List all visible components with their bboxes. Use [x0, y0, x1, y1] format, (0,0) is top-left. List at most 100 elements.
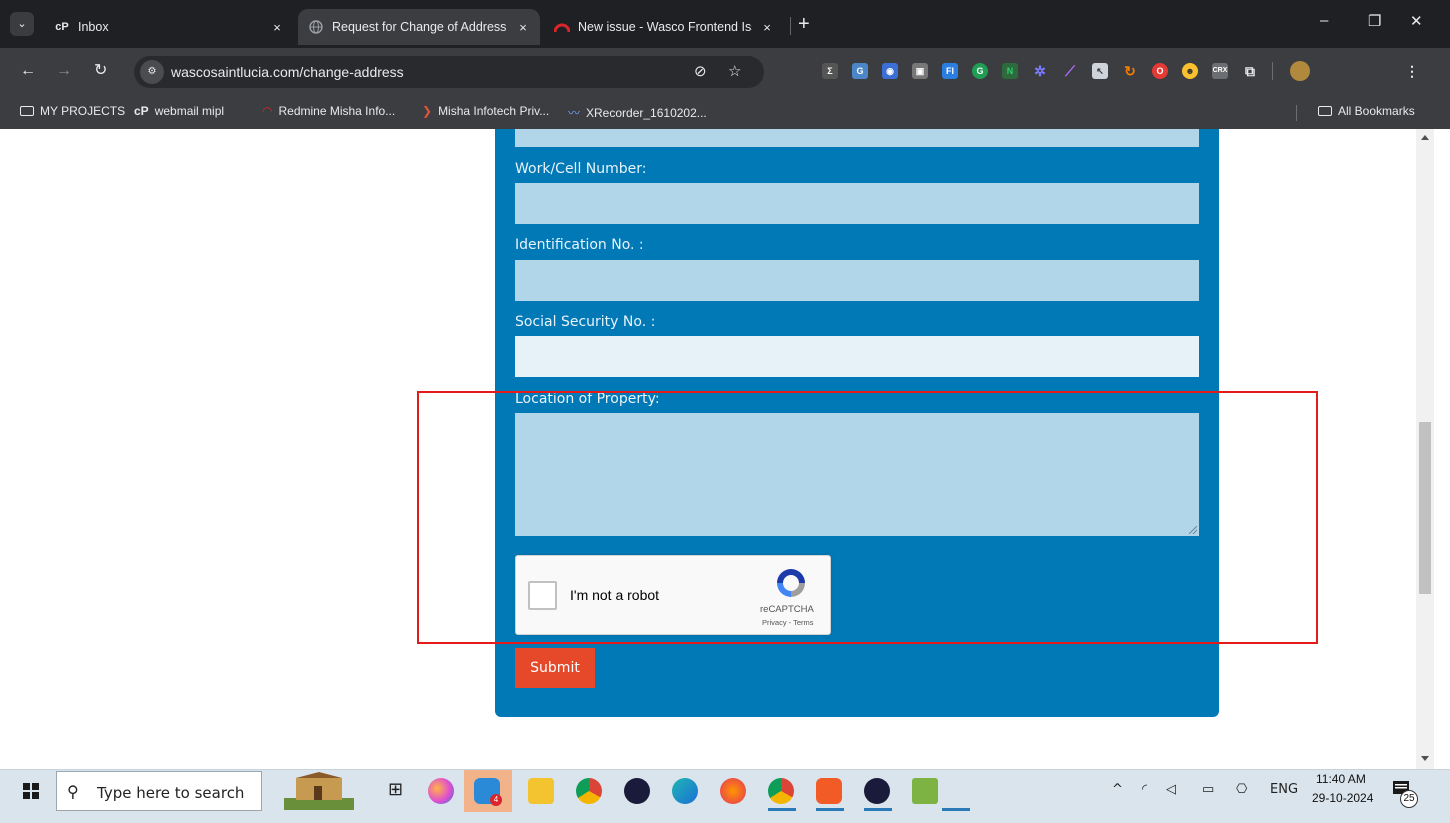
eclipse-secondary-icon[interactable] — [864, 778, 890, 804]
tab-strip: ⌄ cP Inbox × Request for Change of Addre… — [0, 0, 1450, 48]
file-explorer-icon[interactable] — [528, 778, 554, 804]
volume-icon[interactable]: ◁ — [1166, 782, 1176, 797]
swirl-extension-icon[interactable]: ↻ — [1122, 63, 1138, 79]
pen-input-icon[interactable]: ⎔ — [1236, 782, 1247, 797]
submit-button[interactable]: Submit — [515, 648, 595, 688]
chrome-icon[interactable] — [576, 778, 602, 804]
work-cell-number-label: Work/Cell Number: — [515, 161, 647, 177]
screen: ⌄ cP Inbox × Request for Change of Addre… — [0, 0, 1450, 823]
brave-icon[interactable] — [816, 778, 842, 804]
face-extension-icon[interactable]: ☻ — [1182, 63, 1198, 79]
notepad-active-underline — [942, 808, 970, 811]
screen-capture-extension-icon[interactable]: ◉ — [882, 63, 898, 79]
folder-icon — [1318, 106, 1332, 116]
edge-icon[interactable] — [672, 778, 698, 804]
window-edge — [1434, 129, 1450, 769]
clock-date[interactable]: 29-10-2024 — [1312, 791, 1373, 805]
bookmark-xrecorder[interactable]: 〰 XRecorder_1610202... — [568, 104, 707, 121]
window-extension-icon[interactable]: ▣ — [912, 63, 928, 79]
tab-search-button[interactable]: ⌄ — [10, 12, 34, 36]
previous-field-input[interactable] — [515, 129, 1199, 147]
puzzle-extension-icon[interactable]: ⧉ — [1242, 63, 1258, 79]
weather-widget-icon[interactable] — [284, 772, 354, 810]
close-window-button[interactable]: ✕ — [1410, 12, 1423, 30]
network-icon[interactable]: ◜ — [1142, 782, 1147, 797]
skype-badge: 4 — [490, 794, 502, 806]
windows-start-icon[interactable] — [23, 783, 39, 799]
eye-off-icon[interactable]: ⊘ — [694, 62, 707, 80]
chrome-active-underline — [768, 808, 796, 811]
redmine-icon: ◠ — [262, 104, 273, 118]
eclipse-icon[interactable] — [624, 778, 650, 804]
restore-button[interactable]: ❐ — [1368, 12, 1381, 30]
bookmark-misha-infotech[interactable]: ❯ Misha Infotech Priv... — [422, 104, 549, 118]
highlight-annotation-box — [417, 391, 1318, 644]
sigma-extension-icon[interactable]: Σ — [822, 63, 838, 79]
globe-icon — [308, 19, 324, 35]
windows-taskbar: ⚲ Type here to search ⊞ 4 ^ ◜ ◁ ▭ ⎔ ENG … — [0, 769, 1450, 823]
close-tab-icon[interactable]: × — [270, 20, 284, 35]
bookmarks-bar: MY PROJECTS cP webmail mipl ◠ Redmine Mi… — [0, 96, 1450, 129]
bookmark-redmine[interactable]: ◠ Redmine Misha Info... — [262, 104, 395, 118]
ring-extension-icon[interactable]: O — [1152, 63, 1168, 79]
identification-no-label: Identification No. : — [515, 237, 644, 253]
misha-icon: ❯ — [422, 104, 433, 118]
scroll-down-icon[interactable] — [1421, 756, 1429, 761]
address-bar[interactable]: ⚙ wascosaintlucia.com/change-address ⊘ ☆ — [134, 56, 764, 88]
bookmark-webmail[interactable]: cP webmail mipl — [134, 104, 224, 118]
redmine-icon — [554, 19, 570, 35]
taskbar-search[interactable]: ⚲ Type here to search — [56, 771, 262, 811]
tab-separator — [790, 17, 791, 35]
xrecorder-icon: 〰 — [568, 106, 581, 120]
identification-no-input[interactable] — [515, 260, 1199, 301]
close-tab-icon[interactable]: × — [516, 20, 530, 35]
task-view-icon[interactable]: ⊞ — [388, 779, 403, 800]
reload-button[interactable]: ↻ — [94, 62, 107, 80]
grammarly-extension-icon[interactable]: G — [972, 63, 988, 79]
snowflake-extension-icon[interactable]: ✲ — [1032, 63, 1048, 79]
translate-extension-icon[interactable]: G — [852, 63, 868, 79]
notification-count-badge: 25 — [1400, 790, 1418, 808]
tab-new-issue[interactable]: New issue - Wasco Frontend Iss × — [544, 9, 784, 45]
show-hidden-icons-icon[interactable]: ^ — [1112, 782, 1123, 797]
page-scrollbar[interactable] — [1416, 129, 1434, 769]
battery-icon[interactable]: ▭ — [1202, 782, 1214, 797]
brave-active-underline — [816, 808, 844, 811]
site-info-icon[interactable]: ⚙ — [140, 60, 164, 84]
tab-change-address[interactable]: Request for Change of Address × — [298, 9, 540, 45]
pen-extension-icon[interactable]: ⟋ — [1062, 63, 1078, 79]
cpanel-icon: cP — [55, 21, 69, 33]
crx-extension-icon[interactable]: CRX — [1212, 63, 1228, 79]
work-cell-number-input[interactable] — [515, 183, 1199, 224]
bookmark-all-bookmarks[interactable]: All Bookmarks — [1318, 104, 1415, 118]
scrollbar-thumb[interactable] — [1419, 422, 1431, 594]
copilot-icon[interactable] — [428, 778, 454, 804]
firefox-icon[interactable] — [720, 778, 746, 804]
folder-icon — [20, 106, 34, 116]
bookmark-my-projects[interactable]: MY PROJECTS — [20, 104, 125, 118]
social-security-no-input[interactable] — [515, 336, 1199, 377]
profile-avatar[interactable] — [1290, 61, 1310, 81]
browser-toolbar: ← → ↻ ⚙ wascosaintlucia.com/change-addre… — [0, 48, 1450, 96]
menu-dots-icon[interactable]: ⋮ — [1404, 63, 1420, 79]
eclipse-active-underline — [864, 808, 892, 811]
fi-extension-icon[interactable]: FI — [942, 63, 958, 79]
bookmark-separator — [1296, 105, 1297, 121]
new-tab-button[interactable]: + — [798, 14, 810, 34]
chrome-profile-icon[interactable] — [768, 778, 794, 804]
language-indicator[interactable]: ENG — [1270, 782, 1298, 797]
cursor-extension-icon[interactable]: ↖ — [1092, 63, 1108, 79]
notepad-icon[interactable] — [912, 778, 938, 804]
tab-inbox[interactable]: cP Inbox × — [44, 9, 294, 45]
clock-time[interactable]: 11:40 AM — [1316, 772, 1366, 786]
minimize-button[interactable]: – — [1320, 12, 1328, 29]
url-text[interactable]: wascosaintlucia.com/change-address — [171, 64, 404, 80]
search-icon: ⚲ — [67, 784, 79, 801]
social-security-no-label: Social Security No. : — [515, 314, 656, 330]
scroll-up-icon[interactable] — [1421, 135, 1429, 140]
n-extension-icon[interactable]: N — [1002, 63, 1018, 79]
bookmark-star-icon[interactable]: ☆ — [728, 62, 741, 80]
forward-button[interactable]: → — [56, 62, 72, 80]
back-button[interactable]: ← — [20, 62, 36, 80]
close-tab-icon[interactable]: × — [760, 20, 774, 35]
